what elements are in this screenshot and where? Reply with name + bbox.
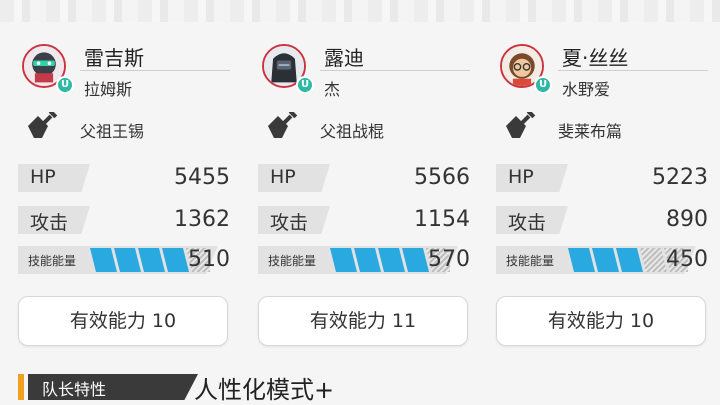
hp-label: HP: [30, 166, 56, 188]
class-badge: U: [534, 76, 552, 94]
ability-button[interactable]: 有效能力 11: [258, 296, 468, 346]
energy-label: 技能能量: [268, 254, 317, 268]
atk-value: 1362: [174, 207, 230, 232]
weapon-row[interactable]: 父祖战棍: [258, 112, 472, 144]
leader-tag-label: 队长特性: [42, 380, 107, 399]
atk-row: 攻击 1154: [258, 206, 470, 234]
weapon-shovel-icon: [506, 112, 536, 138]
ability-button[interactable]: 有效能力 10: [18, 296, 228, 346]
energy-row: 技能能量 450: [496, 246, 708, 274]
atk-row: 攻击 890: [496, 206, 708, 234]
energy-segment: [402, 248, 429, 272]
operator-name: 夏·丝丝: [562, 46, 629, 70]
energy-segment: [354, 248, 381, 272]
voice-actor: 拉姆斯: [84, 80, 133, 99]
atk-label: 攻击: [30, 212, 69, 234]
leader-accent: [18, 374, 24, 400]
energy-value: 450: [666, 247, 708, 272]
voice-actor: 杰: [324, 80, 341, 99]
weapon-row[interactable]: 父祖王锡: [18, 112, 232, 144]
energy-segment: [138, 248, 165, 272]
atk-value: 1154: [414, 207, 470, 232]
operator-card-2[interactable]: U 露迪 杰 父祖战棍 HP 5566 攻击 1154 技能能量 570 有效能…: [258, 38, 472, 356]
hp-value: 5223: [652, 165, 708, 190]
atk-value: 890: [666, 207, 708, 232]
hp-label: HP: [508, 166, 534, 188]
atk-row: 攻击 1362: [18, 206, 230, 234]
energy-segment: [616, 248, 643, 272]
energy-segment: [378, 248, 405, 272]
energy-segment: [162, 248, 189, 272]
operator-header: U 夏·丝丝 水野爱: [496, 38, 710, 99]
energy-label: 技能能量: [28, 254, 77, 268]
weapon-shovel-icon: [28, 112, 58, 138]
weapon-name: 父祖王锡: [80, 122, 145, 141]
name-divider: [80, 70, 230, 71]
energy-segment: [640, 248, 667, 272]
atk-label: 攻击: [508, 212, 547, 234]
operator-card-1[interactable]: U 雷吉斯 拉姆斯 父祖王锡 HP 5455 攻击 1362 技能能量 510 …: [18, 38, 232, 356]
hp-value: 5455: [174, 165, 230, 190]
energy-segment: [568, 248, 595, 272]
hp-row: HP 5223: [496, 164, 708, 192]
voice-actor: 水野爱: [562, 80, 611, 99]
operator-name: 雷吉斯: [84, 46, 144, 70]
weapon-row[interactable]: 斐莱布篇: [496, 112, 710, 144]
operator-header: U 雷吉斯 拉姆斯: [18, 38, 232, 99]
energy-segment: [592, 248, 619, 272]
hp-value: 5566: [414, 165, 470, 190]
hp-row: HP 5566: [258, 164, 470, 192]
top-decoration-strip: [0, 0, 720, 22]
weapon-name: 斐莱布篇: [558, 122, 623, 141]
leader-trait-row: 队长特性 人性化模式+: [18, 370, 438, 404]
energy-segment: [90, 248, 117, 272]
operator-card-3[interactable]: U 夏·丝丝 水野爱 斐莱布篇 HP 5223 攻击 890 技能能量 450 …: [496, 38, 710, 356]
weapon-shovel-icon: [268, 112, 298, 138]
energy-value: 570: [428, 247, 470, 272]
operator-name: 露迪: [324, 46, 364, 70]
operator-header: U 露迪 杰: [258, 38, 472, 99]
hp-label: HP: [270, 166, 296, 188]
energy-row: 技能能量 510: [18, 246, 230, 274]
atk-label: 攻击: [270, 212, 309, 234]
ability-button[interactable]: 有效能力 10: [496, 296, 706, 346]
energy-value: 510: [188, 247, 230, 272]
energy-segment: [330, 248, 357, 272]
energy-row: 技能能量 570: [258, 246, 470, 274]
hp-row: HP 5455: [18, 164, 230, 192]
weapon-name: 父祖战棍: [320, 122, 385, 141]
class-badge: U: [296, 76, 314, 94]
name-divider: [558, 70, 708, 71]
energy-label: 技能能量: [506, 254, 555, 268]
leader-trait-value[interactable]: 人性化模式+: [194, 370, 334, 405]
name-divider: [320, 70, 470, 71]
class-badge: U: [56, 76, 74, 94]
energy-segment: [114, 248, 141, 272]
